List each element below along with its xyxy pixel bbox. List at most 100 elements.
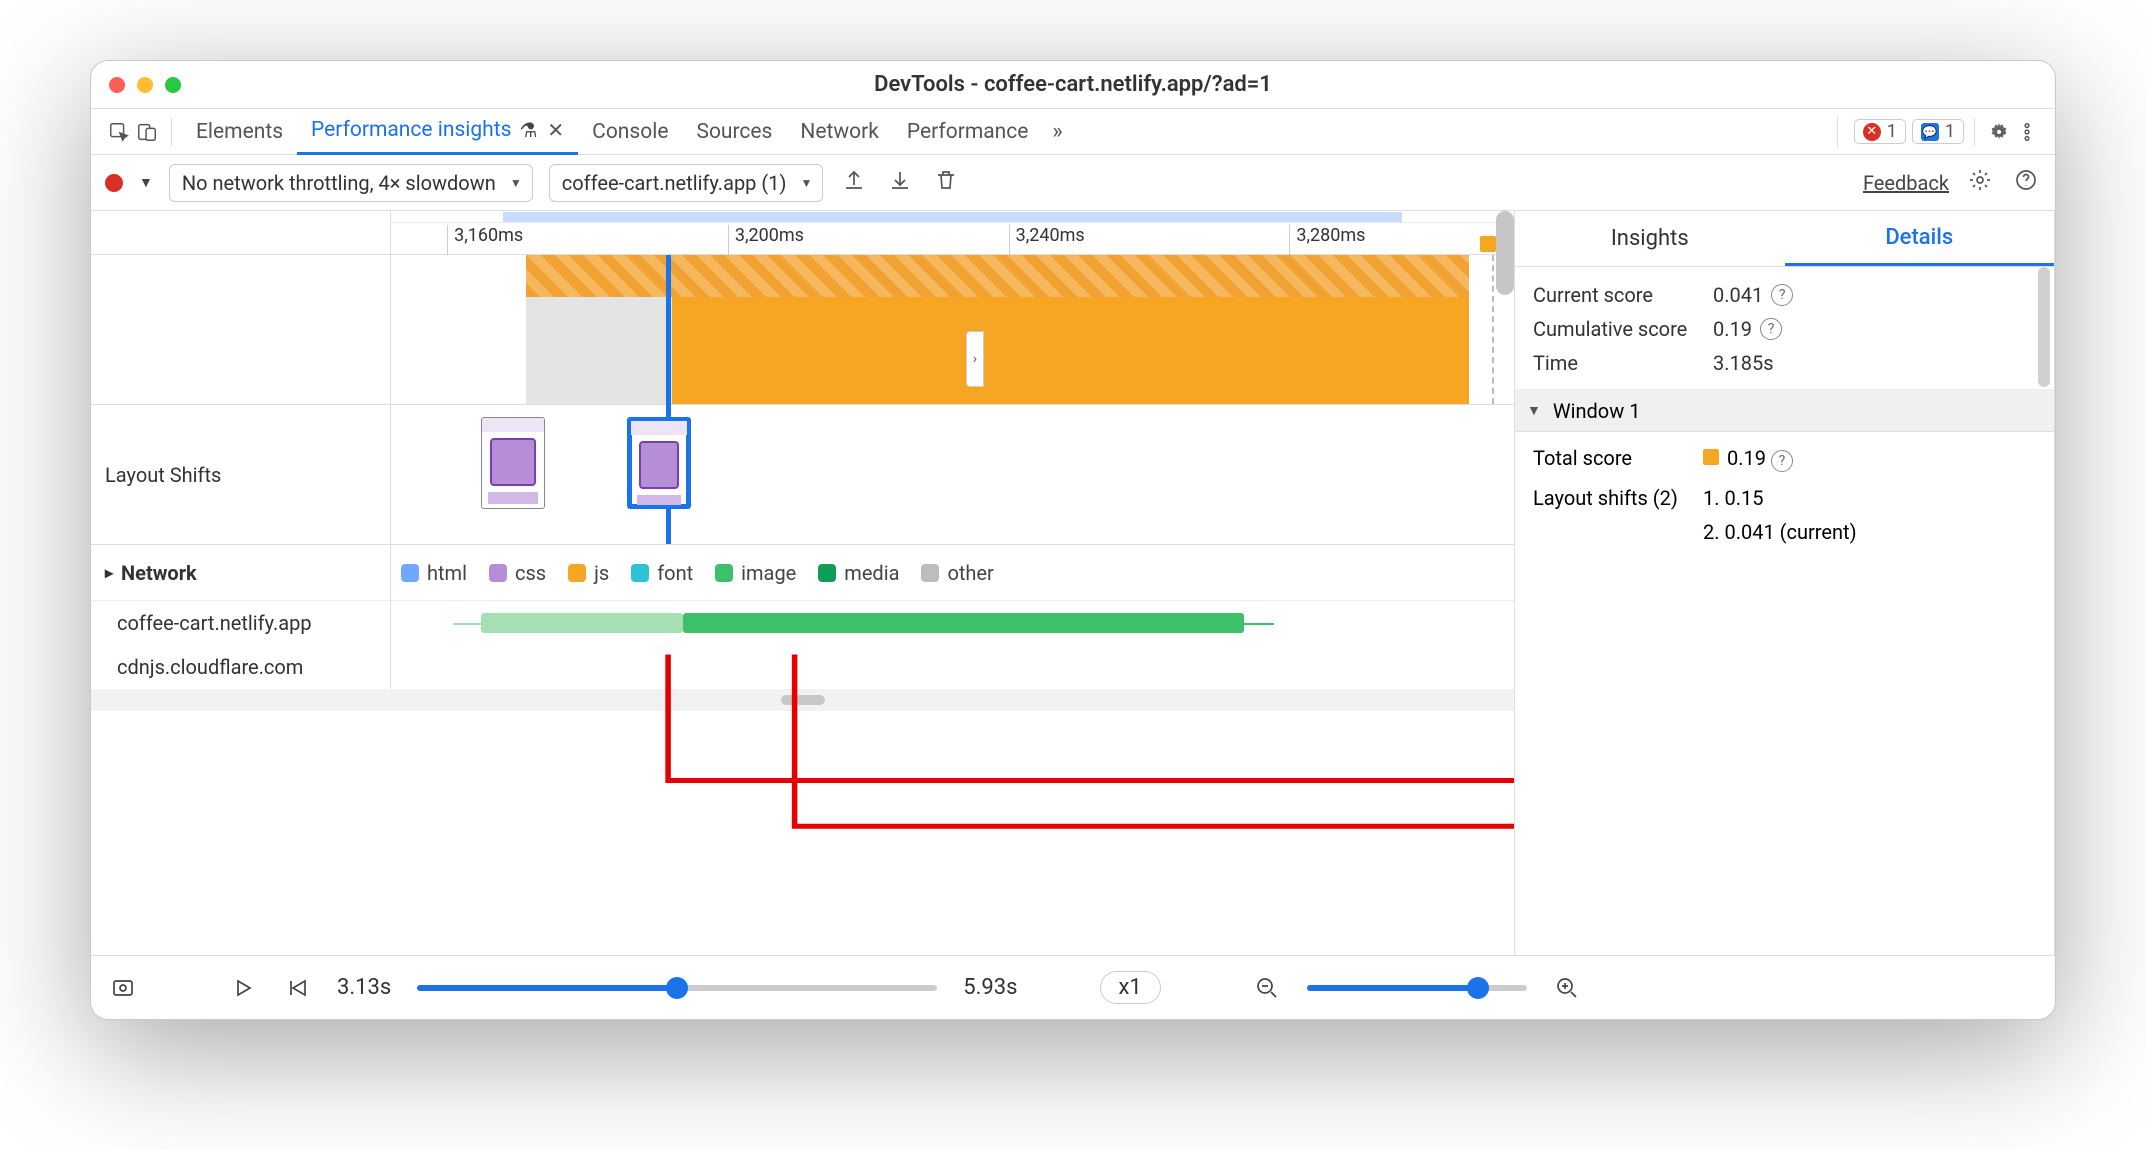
tab-performance-insights[interactable]: Performance insights ⚗ ✕ [297, 109, 578, 155]
import-icon[interactable] [885, 168, 915, 198]
layout-shift-item-current[interactable]: 2. 0.041 (current) [1703, 520, 2036, 544]
settings-icon[interactable] [1985, 118, 2013, 146]
tab-network[interactable]: Network [786, 109, 893, 155]
feedback-label: Feedback [1863, 171, 1949, 195]
experiment-icon: ⚗ [519, 118, 537, 142]
device-toolbar-icon[interactable] [133, 118, 161, 146]
tab-performance[interactable]: Performance [893, 109, 1042, 155]
time-value: 3.185s [1713, 351, 1774, 375]
ruler-overview [391, 211, 1514, 223]
help-icon[interactable] [2011, 168, 2041, 198]
tab-console[interactable]: Console [578, 109, 682, 155]
main-area: 3,160ms 3,200ms 3,240ms 3,280ms [91, 211, 2055, 955]
network-bar-area[interactable] [391, 601, 1514, 645]
long-task-bar[interactable] [672, 297, 1469, 404]
sidebar-tab-label: Details [1885, 225, 1953, 250]
network-bar-area[interactable] [391, 645, 1514, 689]
zoom-out-icon[interactable] [1253, 974, 1281, 1002]
total-score-label: Total score [1533, 446, 1703, 472]
details-sidebar: Insights Details Current score 0.041? Cu… [1515, 211, 2055, 955]
time-scrubber[interactable] [417, 985, 937, 991]
longtask-track-label [91, 255, 391, 404]
help-icon[interactable]: ? [1760, 318, 1782, 340]
devtools-tabs: Elements Performance insights ⚗ ✕ Consol… [91, 109, 2055, 155]
more-tabs-icon[interactable]: » [1044, 119, 1070, 144]
tab-label: Performance insights [311, 118, 511, 142]
devtools-window: DevTools - coffee-cart.netlify.app/?ad=1… [90, 60, 2056, 1020]
record-options-icon[interactable]: ▼ [139, 174, 153, 191]
time-ruler[interactable]: 3,160ms 3,200ms 3,240ms 3,280ms [391, 211, 1514, 254]
layout-shifts-track-label: Layout Shifts [91, 405, 391, 544]
playback-footer: 3.13s 5.93s x1 [91, 955, 2055, 1019]
export-icon[interactable] [839, 168, 869, 198]
inspect-icon[interactable] [105, 118, 133, 146]
play-icon[interactable] [229, 974, 257, 1002]
ruler-tick: 3,160ms [447, 225, 523, 255]
ruler-head [91, 211, 391, 254]
network-host[interactable]: coffee-cart.netlify.app [91, 601, 391, 645]
zoom-in-icon[interactable] [1553, 974, 1581, 1002]
network-track-label[interactable]: Network [91, 545, 391, 600]
ruler-tick: 3,200ms [728, 225, 804, 255]
page-value: coffee-cart.netlify.app (1) [562, 171, 787, 195]
current-score-value: 0.041 [1713, 283, 1763, 307]
ruler-tick: 3,240ms [1009, 225, 1085, 255]
layout-shift-item[interactable]: 1. 0.15 [1703, 486, 2036, 510]
errors-count: 1 [1887, 121, 1897, 142]
time-start: 3.13s [337, 975, 391, 1000]
window-section-label: Window 1 [1553, 399, 1641, 423]
tab-label: Network [800, 120, 879, 144]
legend-js: js [568, 561, 609, 585]
layout-shift-thumbnail[interactable] [481, 417, 545, 509]
cumulative-score-label: Cumulative score [1533, 317, 1703, 341]
window-title: DevTools - coffee-cart.netlify.app/?ad=1 [91, 72, 2055, 97]
messages-count: 1 [1945, 121, 1955, 142]
panel-settings-icon[interactable] [1965, 168, 1995, 198]
page-select[interactable]: coffee-cart.netlify.app (1) [549, 164, 824, 202]
horizontal-scrollbar[interactable] [91, 689, 1514, 711]
tab-elements[interactable]: Elements [182, 109, 297, 155]
expand-details-icon[interactable]: › [966, 331, 984, 387]
tab-label: Performance [907, 120, 1028, 144]
layout-shift-thumbnail-selected[interactable] [627, 417, 691, 509]
longtask-track[interactable] [391, 255, 1514, 404]
network-host[interactable]: cdnjs.cloudflare.com [91, 645, 391, 689]
sidebar-tab-insights[interactable]: Insights [1515, 211, 1785, 266]
legend-font: font [631, 561, 693, 585]
kebab-menu-icon[interactable] [2013, 118, 2041, 146]
error-icon: ✕ [1863, 123, 1881, 141]
legend-media: media [818, 561, 899, 585]
window-section-header[interactable]: Window 1 [1515, 390, 2054, 432]
rewind-icon[interactable] [283, 974, 311, 1002]
feedback-link[interactable]: Feedback [1863, 171, 1949, 195]
layout-shifts-track[interactable] [391, 405, 1514, 544]
request-bar[interactable] [683, 613, 1245, 633]
throttling-select[interactable]: No network throttling, 4× slowdown [169, 164, 533, 202]
close-tab-icon[interactable]: ✕ [547, 118, 564, 142]
tab-label: Console [592, 120, 668, 144]
legend-image: image [715, 561, 796, 585]
time-label: Time [1533, 351, 1703, 375]
tab-sources[interactable]: Sources [682, 109, 786, 155]
zoom-slider[interactable] [1307, 985, 1527, 991]
help-icon[interactable]: ? [1771, 450, 1793, 472]
cls-marker-icon[interactable] [1480, 236, 1496, 252]
playback-speed[interactable]: x1 [1100, 971, 1161, 1004]
record-button[interactable] [105, 174, 123, 192]
messages-badge[interactable]: 💬1 [1912, 119, 1964, 144]
help-icon[interactable]: ? [1771, 284, 1793, 306]
timeline-panel: 3,160ms 3,200ms 3,240ms 3,280ms [91, 211, 1515, 955]
request-bar[interactable] [481, 613, 683, 633]
current-score-label: Current score [1533, 283, 1703, 307]
time-end: 5.93s [963, 975, 1017, 1000]
ruler-tick: 3,280ms [1289, 225, 1365, 255]
sidebar-tab-details[interactable]: Details [1785, 211, 2055, 266]
legend-css: css [489, 561, 546, 585]
toggle-preview-icon[interactable] [109, 974, 137, 1002]
errors-badge[interactable]: ✕1 [1854, 119, 1906, 144]
playback-speed-value: x1 [1119, 975, 1142, 1000]
delete-icon[interactable] [931, 168, 961, 198]
total-score-value: 0.19 [1727, 446, 1766, 470]
selection-range[interactable] [503, 212, 1401, 222]
sidebar-scrollbar[interactable] [2038, 267, 2050, 387]
